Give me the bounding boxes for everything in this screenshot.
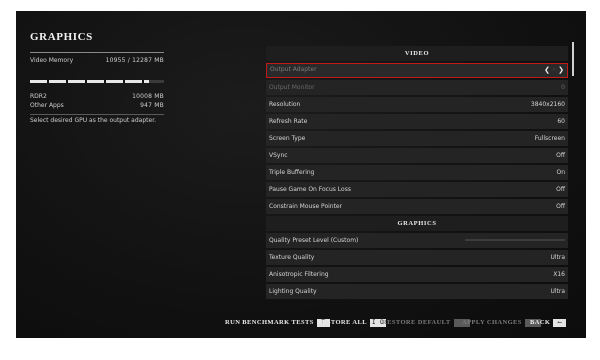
setting-row-resolution[interactable]: Resolution 3840x2160 <box>266 97 568 112</box>
setting-value: 3840x2160 <box>530 101 565 108</box>
setting-row-anisotropic-filtering[interactable]: Anisotropic Filtering X16 <box>266 267 568 282</box>
setting-label: Resolution <box>269 101 301 108</box>
setting-label: Pause Game On Focus Loss <box>269 186 351 193</box>
selector-value-placeholder: ◦ <box>551 66 557 74</box>
setting-label: Output Adapter <box>270 66 317 73</box>
setting-label: Anisotropic Filtering <box>269 271 329 278</box>
setting-value: 0 <box>561 84 565 91</box>
restore-all-button[interactable]: Restore All I O <box>317 317 387 329</box>
setting-description: Select desired GPU as the output adapter… <box>30 117 157 124</box>
arrow-left-icon[interactable]: ❮ <box>544 66 550 74</box>
setting-label: Refresh Rate <box>269 118 308 125</box>
memory-divider <box>30 114 164 115</box>
setting-label: Screen Type <box>269 135 306 142</box>
video-memory-label: Video Memory <box>30 57 74 64</box>
quality-preset-slider[interactable] <box>465 239 565 241</box>
setting-label: Output Monitor <box>269 84 315 91</box>
setting-value: Off <box>556 152 565 159</box>
run-benchmark-label: Run Benchmark Tests <box>225 319 314 326</box>
run-benchmark-button[interactable]: Run Benchmark Tests T <box>225 317 330 329</box>
rdr2-memory-row: RDR2 10008 MB <box>30 92 164 101</box>
bar-segment-gap <box>85 80 87 83</box>
restore-all-label: Restore All <box>317 319 367 326</box>
setting-value: Ultra <box>550 254 565 261</box>
setting-row-screen-type[interactable]: Screen Type Fullscreen <box>266 131 568 146</box>
setting-value: On <box>556 169 565 176</box>
setting-value: Ultra <box>550 288 565 295</box>
scrollbar[interactable] <box>572 42 574 76</box>
page-title: Graphics <box>30 31 93 43</box>
setting-row-lighting-quality[interactable]: Lighting Quality Ultra <box>266 284 568 299</box>
key-backspace-icon: ⟵ <box>553 319 567 327</box>
bar-segment-gap <box>66 80 68 83</box>
setting-value: 60 <box>557 118 565 125</box>
setting-row-output-monitor[interactable]: Output Monitor 0 <box>266 80 568 95</box>
setting-row-output-adapter[interactable]: Output Adapter ❮ ◦ ❯ <box>266 63 568 78</box>
setting-label: Texture Quality <box>269 254 315 261</box>
setting-label: Triple Buffering <box>269 169 315 176</box>
setting-row-quality-preset[interactable]: Quality Preset Level (Custom) <box>266 233 568 248</box>
title-divider <box>30 52 164 53</box>
other-apps-value: 947 MB <box>140 102 164 109</box>
value-selector[interactable]: ❮ ◦ ❯ <box>544 64 564 76</box>
arrow-right-icon[interactable]: ❯ <box>558 66 564 74</box>
bar-segment-gap <box>142 80 144 83</box>
bar-segment-gap <box>123 80 125 83</box>
setting-row-constrain-mouse[interactable]: Constrain Mouse Pointer Off <box>266 199 568 214</box>
setting-label: VSync <box>269 152 288 159</box>
setting-row-triple-buffering[interactable]: Triple Buffering On <box>266 165 568 180</box>
rdr2-value: 10008 MB <box>132 93 164 100</box>
setting-label: Quality Preset Level (Custom) <box>269 237 359 244</box>
setting-row-pause-game[interactable]: Pause Game On Focus Loss Off <box>266 182 568 197</box>
setting-label: Constrain Mouse Pointer <box>269 203 343 210</box>
video-section-header: Video <box>266 46 568 61</box>
restore-default-label: Restore Default <box>382 319 451 326</box>
back-label: Back <box>530 319 551 326</box>
setting-row-refresh-rate[interactable]: Refresh Rate 60 <box>266 114 568 129</box>
apply-changes-label: Apply Changes <box>462 319 522 326</box>
setting-row-vsync[interactable]: VSync Off <box>266 148 568 163</box>
setting-label: Lighting Quality <box>269 288 317 295</box>
apply-changes-button[interactable]: Apply Changes . <box>462 317 541 329</box>
back-button[interactable]: Back ⟵ <box>530 317 567 329</box>
graphics-section-header: Graphics <box>266 216 568 231</box>
graphics-settings-screen: Graphics Video Memory 10955 / 12287 MB R… <box>16 11 586 338</box>
bar-segment-gap <box>47 80 49 83</box>
settings-list: Video Output Adapter ❮ ◦ ❯ Output Monitor … <box>266 46 568 302</box>
other-apps-label: Other Apps <box>30 102 64 109</box>
video-memory-value: 10955 / 12287 MB <box>105 57 164 64</box>
bar-segment-gap <box>104 80 106 83</box>
setting-row-texture-quality[interactable]: Texture Quality Ultra <box>266 250 568 265</box>
setting-value: Off <box>556 186 565 193</box>
setting-value: Off <box>556 203 565 210</box>
restore-default-button[interactable]: Restore Default . <box>382 317 470 329</box>
video-memory-row: Video Memory 10955 / 12287 MB <box>30 56 164 65</box>
video-memory-bar <box>30 80 164 83</box>
setting-value: X16 <box>553 271 565 278</box>
other-apps-memory-row: Other Apps 947 MB <box>30 101 164 110</box>
rdr2-label: RDR2 <box>30 93 47 100</box>
setting-value: Fullscreen <box>534 135 565 142</box>
